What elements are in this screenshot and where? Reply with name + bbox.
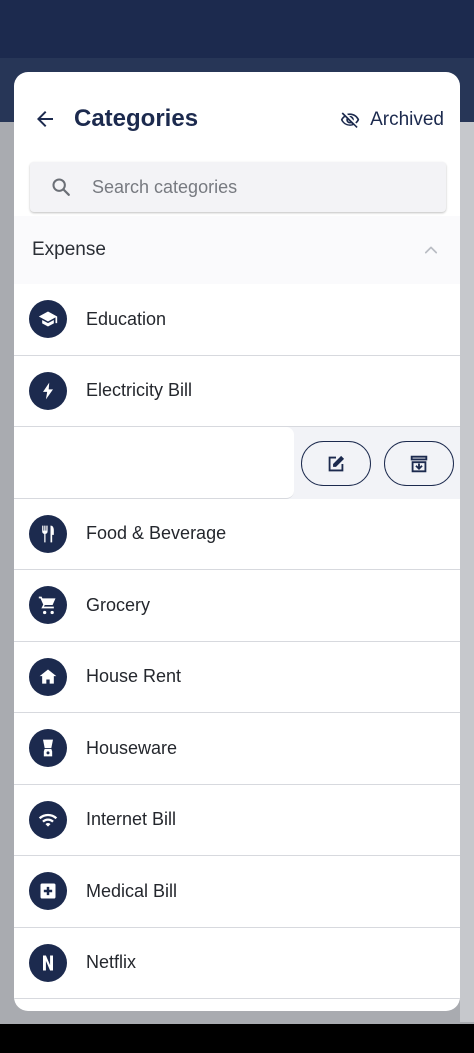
archive-button[interactable] — [384, 441, 454, 486]
category-label: Grocery — [86, 594, 151, 615]
list-item[interactable]: Grocery — [14, 570, 460, 642]
shopping-cart-icon — [29, 586, 67, 625]
list-item[interactable]: Netflix — [14, 927, 460, 999]
category-label: Medical Bill — [86, 880, 178, 901]
edit-icon — [328, 455, 345, 471]
edit-button[interactable] — [301, 441, 371, 486]
section-header-expense[interactable]: Expense — [14, 216, 460, 284]
sheet-header: Categories Archived — [14, 72, 460, 164]
archive-icon — [410, 455, 428, 472]
back-button[interactable] — [30, 104, 60, 134]
list-item[interactable]: Electricity Bill — [14, 355, 460, 427]
category-label: Internet Bill — [86, 809, 177, 830]
chevron-up-icon — [424, 246, 438, 254]
list-item[interactable]: Internet Bill — [14, 784, 460, 856]
category-list: Education Electricity Bill Food & Bevera… — [14, 284, 460, 999]
page-title: Categories — [74, 105, 199, 132]
category-label: House Rent — [86, 666, 182, 687]
lightning-icon — [29, 371, 67, 410]
eye-off-icon — [340, 112, 360, 128]
list-item[interactable]: Houseware — [14, 713, 460, 785]
arrow-left-icon — [37, 111, 53, 127]
fork-knife-icon — [29, 514, 67, 553]
backdrop-scrim — [460, 122, 474, 1022]
graduation-cap-icon — [29, 300, 67, 339]
swiped-row-content[interactable] — [14, 427, 294, 499]
category-label: Electricity Bill — [86, 380, 193, 401]
blender-icon — [29, 729, 67, 768]
house-icon — [29, 657, 67, 696]
search-input[interactable] — [92, 176, 412, 198]
medical-cross-icon — [29, 872, 67, 911]
archived-label: Archived — [370, 109, 444, 130]
wifi-icon — [29, 800, 67, 839]
category-label: Netflix — [86, 952, 137, 973]
category-label: Houseware — [86, 737, 178, 758]
list-item[interactable]: Education — [14, 284, 460, 356]
archived-toggle-button[interactable]: Archived — [340, 106, 444, 134]
navigation-bar — [0, 1024, 474, 1053]
categories-sheet: Categories Archived Expense Education — [14, 72, 460, 1011]
list-item[interactable]: House Rent — [14, 641, 460, 713]
search-bar — [30, 162, 446, 212]
section-label: Expense — [32, 239, 106, 260]
swiped-list-item[interactable] — [14, 427, 460, 499]
search-icon — [50, 176, 72, 198]
category-label: Food & Beverage — [86, 523, 227, 544]
category-label: Education — [86, 308, 167, 329]
status-bar — [0, 0, 474, 58]
list-item[interactable]: Medical Bill — [14, 856, 460, 928]
list-item[interactable]: Food & Beverage — [14, 498, 460, 570]
netflix-icon — [29, 943, 67, 982]
